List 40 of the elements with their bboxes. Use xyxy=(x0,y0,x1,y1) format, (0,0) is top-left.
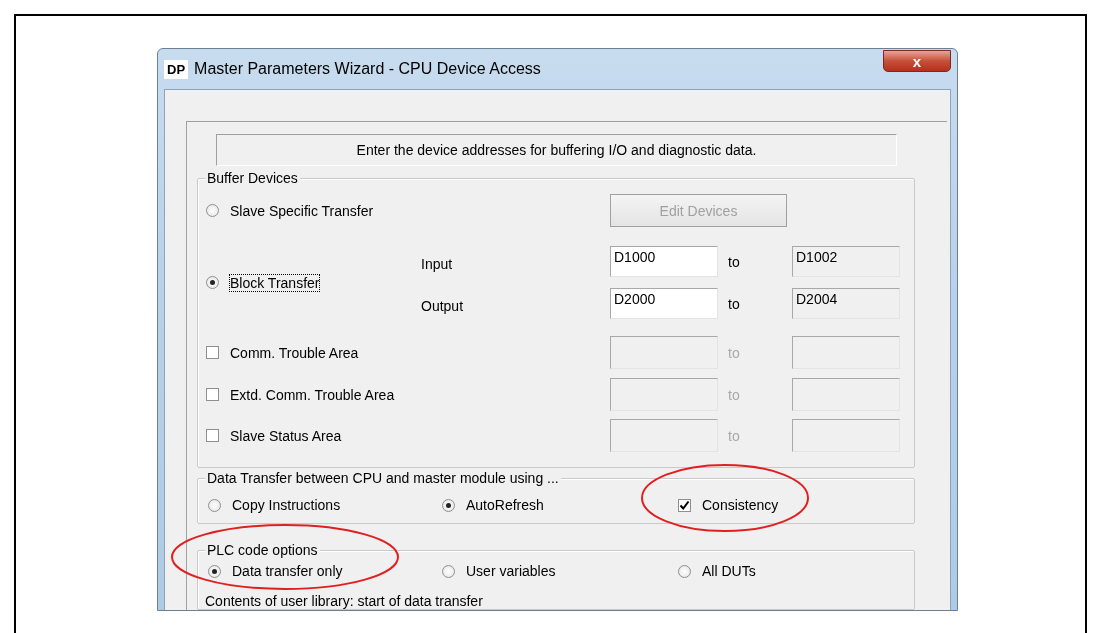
input-field[interactable]: D1000 xyxy=(610,246,718,277)
to-label: to xyxy=(727,253,741,270)
radio-button[interactable] xyxy=(678,564,691,578)
input-field[interactable]: D2000 xyxy=(610,288,718,319)
readonly-field: D1002 xyxy=(792,246,900,277)
option-label: Block Transfer xyxy=(230,274,320,291)
to-label: to xyxy=(727,427,741,444)
group-title: PLC code options xyxy=(205,542,320,559)
to-label: to xyxy=(727,344,741,361)
input-field[interactable] xyxy=(792,336,900,369)
option-label: Copy Instructions xyxy=(232,497,341,513)
app-icon: DP xyxy=(164,59,189,79)
radio-button[interactable] xyxy=(208,498,221,512)
option-label: Consistency xyxy=(702,497,779,513)
radio-button[interactable] xyxy=(206,276,219,289)
option-label: Data transfer only xyxy=(232,563,343,579)
field-label: Input xyxy=(421,254,454,272)
option-label: Slave Status Area xyxy=(230,427,342,444)
group-title: Data Transfer between CPU and master module using ... xyxy=(205,470,561,487)
input-field[interactable] xyxy=(792,378,900,411)
option-label: Comm. Trouble Area xyxy=(230,344,359,361)
option-label: User variables xyxy=(466,563,556,579)
radio-button[interactable] xyxy=(208,564,221,578)
radio-button[interactable] xyxy=(206,204,219,217)
to-label: to xyxy=(727,295,741,312)
radio-button[interactable] xyxy=(442,498,455,512)
option-label: AutoRefresh xyxy=(466,497,544,513)
field-label: Output xyxy=(421,296,465,314)
radio-button[interactable] xyxy=(442,564,455,578)
option-label: Extd. Comm. Trouble Area xyxy=(230,386,395,403)
checkbox[interactable] xyxy=(678,498,691,512)
input-field[interactable] xyxy=(792,419,900,452)
window-title: Master Parameters Wizard - CPU Device Access xyxy=(194,60,542,78)
option-label: All DUTs xyxy=(702,563,756,579)
readonly-field: D2004 xyxy=(792,288,900,319)
info-text: Contents of user library: start of data transfer xyxy=(204,592,484,609)
to-label: to xyxy=(727,386,741,403)
instruction-text: Enter the device addresses for buffering I/O and diagnostic data. xyxy=(216,134,897,166)
close-button[interactable]: x xyxy=(883,50,951,72)
option-label: Slave Specific Transfer xyxy=(230,202,374,219)
